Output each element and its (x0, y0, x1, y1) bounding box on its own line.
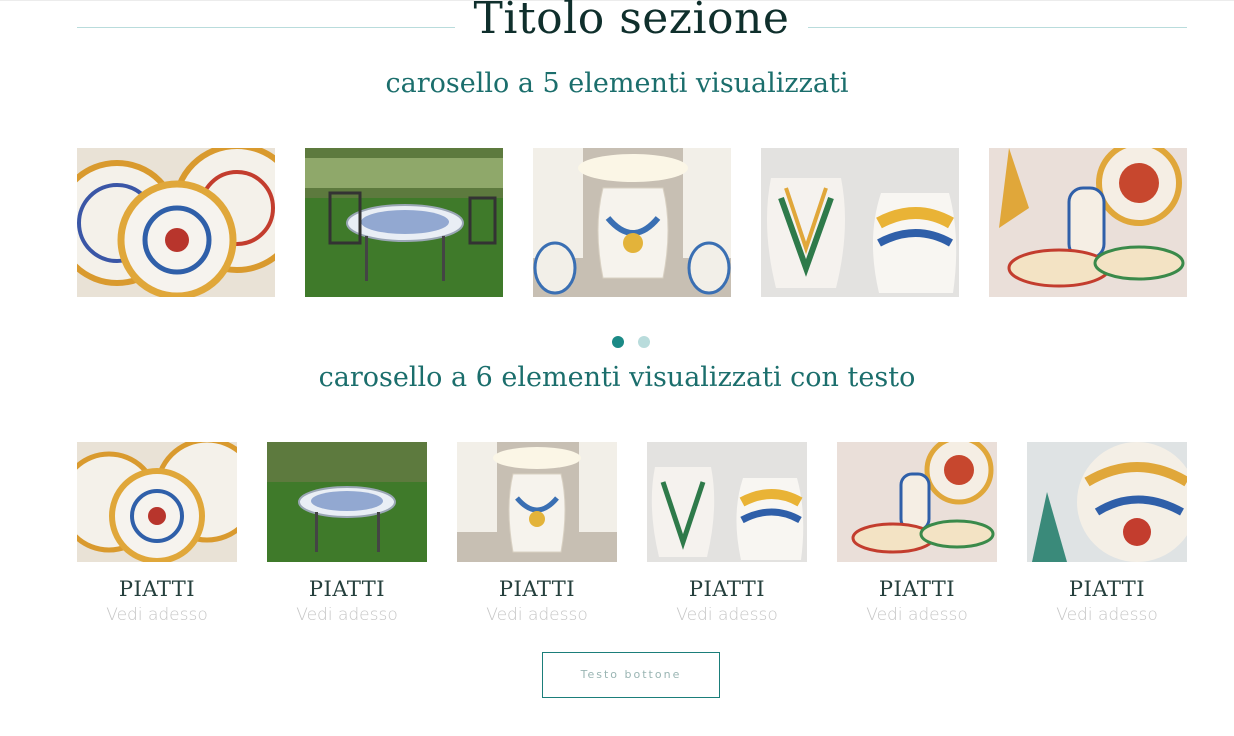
product-title: PIATTI (1068, 577, 1146, 601)
product-link[interactable]: Vedi adesso (267, 605, 427, 625)
carousel-6: PIATTI Vedi adesso PIATTI Vedi adesso PI… (77, 442, 1187, 632)
pagination-dot-1[interactable] (612, 336, 624, 348)
product-image-garden-table[interactable] (267, 442, 427, 562)
pagination-dot-2[interactable] (638, 336, 650, 348)
product-title: PIATTI (118, 577, 196, 601)
product-title: PIATTI (498, 577, 576, 601)
carousel-pagination (612, 336, 652, 348)
carousel-6-subtitle: carosello a 6 elementi visualizzati con … (318, 362, 916, 393)
cta-button[interactable]: Testo bottone (542, 652, 720, 698)
carousel-image-vases[interactable] (761, 148, 959, 297)
product-link[interactable]: Vedi adesso (77, 605, 237, 625)
product-image-lamp[interactable] (457, 442, 617, 562)
product-card[interactable]: PIATTI Vedi adesso (837, 442, 997, 632)
product-image-vases[interactable] (647, 442, 807, 562)
carousel-image-plates[interactable] (77, 148, 275, 297)
product-image-vase-closeup[interactable] (1027, 442, 1187, 562)
product-card[interactable]: PIATTI Vedi adesso (457, 442, 617, 632)
carousel-image-lamp[interactable] (533, 148, 731, 297)
product-title: PIATTI (688, 577, 766, 601)
title-rule-left (77, 27, 455, 28)
carousel-image-decorated[interactable] (989, 148, 1187, 297)
product-card[interactable]: PIATTI Vedi adesso (77, 442, 237, 632)
product-image-decorated[interactable] (837, 442, 997, 562)
title-rule-right (808, 27, 1187, 28)
product-link[interactable]: Vedi adesso (837, 605, 997, 625)
product-card[interactable]: PIATTI Vedi adesso (647, 442, 807, 632)
carousel-5 (77, 148, 1187, 297)
carousel-5-subtitle: carosello a 5 elementi visualizzati (385, 68, 849, 99)
product-card[interactable]: PIATTI Vedi adesso (1027, 442, 1187, 632)
product-image-plates[interactable] (77, 442, 237, 562)
section-title: Titolo sezione (473, 0, 790, 44)
product-title: PIATTI (308, 577, 386, 601)
product-card[interactable]: PIATTI Vedi adesso (267, 442, 427, 632)
product-link[interactable]: Vedi adesso (457, 605, 617, 625)
product-link[interactable]: Vedi adesso (1027, 605, 1187, 625)
product-link[interactable]: Vedi adesso (647, 605, 807, 625)
carousel-image-garden-table[interactable] (305, 148, 503, 297)
section-header: Titolo sezione (77, 0, 1187, 46)
product-title: PIATTI (878, 577, 956, 601)
